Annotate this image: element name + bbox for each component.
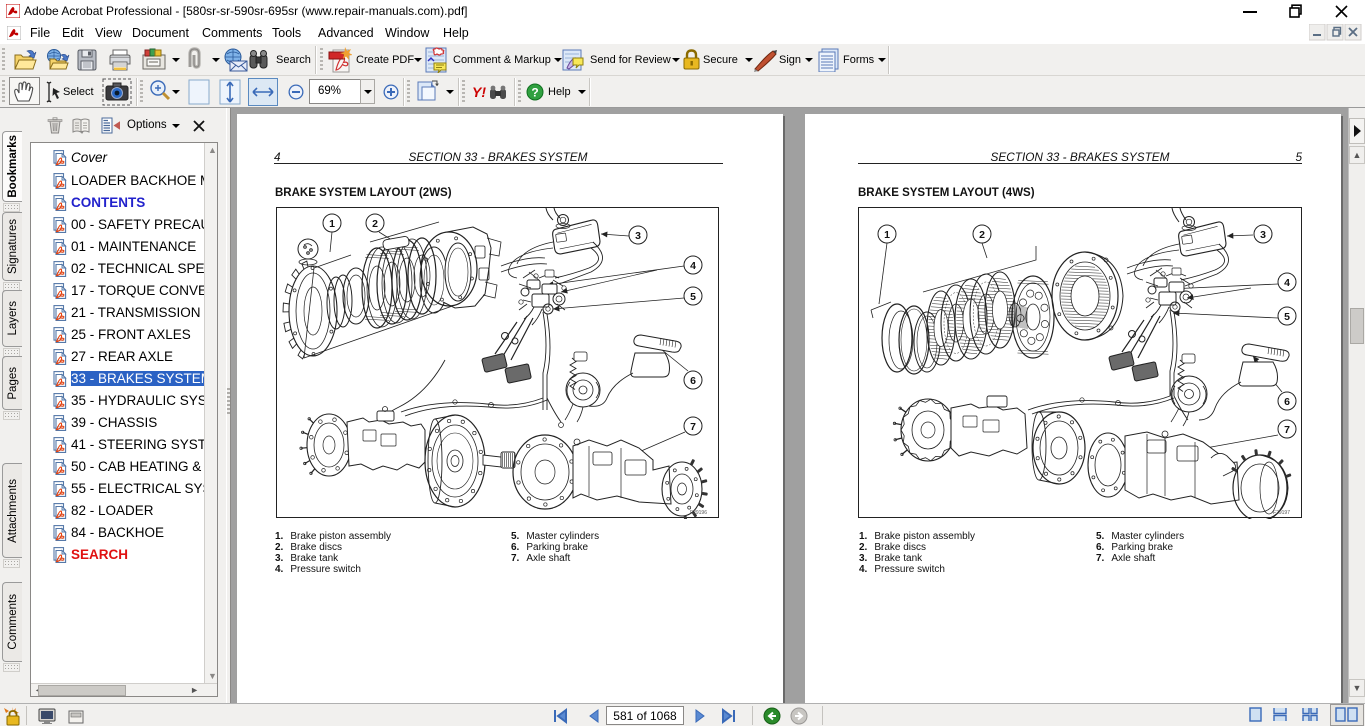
svg-text:F29197: F29197 [1273,510,1290,516]
svg-text:7: 7 [1284,424,1290,436]
svg-text:F29196: F29196 [690,510,707,516]
svg-text:6: 6 [690,375,696,387]
svg-text:3: 3 [635,230,641,242]
svg-text:?: ? [531,86,538,100]
svg-text:3: 3 [1260,229,1266,241]
svg-text:4: 4 [690,260,696,272]
svg-text:4: 4 [1284,277,1290,289]
svg-text:1: 1 [329,218,335,230]
svg-text:5: 5 [690,291,696,303]
svg-text:2: 2 [979,229,985,241]
svg-text:2: 2 [372,218,378,230]
svg-text:5: 5 [1284,311,1290,323]
svg-text:7: 7 [690,421,696,433]
svg-text:6: 6 [1284,396,1290,408]
svg-text:1: 1 [884,229,890,241]
